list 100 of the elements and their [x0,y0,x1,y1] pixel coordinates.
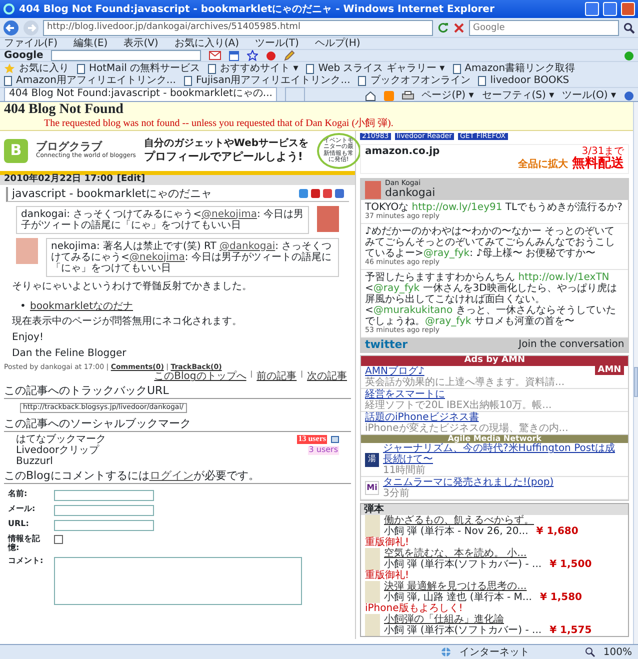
ad-network-logo: AMN [594,366,624,376]
favorite-link[interactable]: Web スライス ギャラリー ▾ [318,63,445,74]
restore-button[interactable] [603,2,617,16]
menu-item[interactable]: 編集(E) [74,38,108,49]
blog-title[interactable]: 404 Blog Not Found [4,103,630,118]
input-field[interactable] [54,490,154,502]
zoom-level[interactable]: 100% [603,646,632,658]
book-price: ¥ 1,575 [550,625,592,636]
close-button[interactable] [621,2,635,16]
printer-icon[interactable] [402,91,414,101]
share-icon[interactable] [323,188,333,199]
book-author: 小飼 弾 (単行本(ソフトカバー) - ... [384,559,542,570]
favorite-link[interactable]: おすすめサイト ▾ [220,63,298,74]
favorite-link[interactable]: ブックオフオンライン [370,75,470,86]
favorite-link[interactable]: Amazon用アフィリエイトリンク... [16,75,176,86]
ad-title[interactable]: 話題のiPhoneビジネス書 [365,412,568,422]
login-link[interactable]: ログイン [149,469,194,482]
back-button-icon[interactable] [3,20,19,36]
circle-icon[interactable] [266,50,276,60]
section-heading: この記事へのトラックバックURL [4,385,351,400]
blog-subtitle: The requested blog was not found -- unless you requested that of Dan Kogai (小飼 弾). [43,118,394,129]
pencil-icon[interactable] [284,50,296,61]
mail-icon[interactable] [209,51,222,60]
page-icon [208,64,216,74]
google-search-field[interactable] [51,50,202,61]
input-field[interactable] [54,505,154,516]
field-label: コメント: [8,556,44,566]
favorites-button[interactable]: お気に入り [19,63,69,74]
tweet-link[interactable]: @ray_fyk [423,248,470,260]
stop-icon[interactable] [453,22,465,34]
post-date: 2010年02月22日 17:00 [4,174,113,185]
site-logo: 湯 [365,452,379,467]
checkbox[interactable] [54,535,63,544]
share-icon[interactable] [311,188,321,199]
book-title[interactable]: 働かざるもの、飢えるべからず。 [384,515,578,526]
magnifier-icon[interactable] [585,647,596,657]
tweet-link[interactable]: @ray_fyk [425,316,472,327]
menu-item[interactable]: ツール(T) [255,38,299,49]
status-zone: インターネット [459,646,530,658]
command-button[interactable]: ページ(P) ▾ [422,90,474,101]
ad-title[interactable]: ジャーナリズム、今の時代?米Huffington Postは成長続けて〜 [383,443,624,466]
book-title[interactable]: 小飼弾の「仕組み」進化論 [384,614,592,626]
share-icon[interactable] [335,188,345,199]
calendar-icon[interactable] [229,50,240,60]
search-field[interactable]: Google [469,20,619,36]
book-note: 重版御礼! [365,537,410,548]
ad-title[interactable]: AMNブログ♪ [365,366,565,376]
ad-title[interactable]: 経営をスマートに [365,388,552,400]
comment-textarea[interactable] [54,556,302,605]
tweet-link[interactable]: @ray_fyk [373,282,420,294]
vertical-scrollbar[interactable] [633,102,638,644]
bookmark-count[interactable]: 3 users [308,446,339,456]
favorite-link[interactable]: Amazon書籍リンク取得 [464,63,576,74]
help-icon[interactable] [624,91,634,101]
menu-item[interactable]: ファイル(F) [4,38,58,49]
menu-item[interactable]: ヘルプ(H) [314,38,360,49]
search-icon[interactable] [623,22,635,34]
ad-title[interactable]: タニムラーマに発売されました!(pop) [383,477,554,488]
nav-link[interactable]: このBlogのトップへ [154,371,246,382]
browser-tab[interactable]: 404 Blog Not Found:javascript - bookmarkletにゃの... [4,87,278,101]
article-link[interactable]: bookmarkletなのだナ [30,300,133,312]
book-price: ¥ 1,580 [540,592,582,604]
site-logo: Mi [365,481,379,496]
favorite-link[interactable]: HotMail の無料サービス [89,63,200,74]
book-author: 小飼 弾 (単行本(ソフトカバー) - ... [384,625,542,636]
amazon-banner[interactable]: amazon.co.jp 3/31まで 全品に拡大 無料配送 [360,144,630,174]
favorite-link[interactable]: livedoor BOOKS [490,75,570,86]
mention-link[interactable]: @nekojima [129,252,185,263]
command-button[interactable]: ツール(O) ▾ [562,90,616,101]
menu-item[interactable]: 表示(V) [124,38,158,49]
mention-link[interactable]: @dankogai [220,240,276,252]
book-cover-placeholder [365,614,380,636]
favorite-link[interactable]: Fujisan用アフィリエイトリンク... [196,75,350,86]
nav-link[interactable]: 次の記事 [307,371,347,382]
nav-link[interactable]: 前の記事 [256,371,297,382]
tweet-link[interactable]: http://ow.ly/1exTN [518,272,610,283]
refresh-icon[interactable] [437,22,449,34]
banner-text: 全品に拡大 [518,159,568,170]
scroll-thumb[interactable] [634,367,638,397]
edit-link[interactable]: [Edit] [116,174,146,185]
star-icon[interactable] [247,50,258,61]
menu-item[interactable]: お気に入り(A) [174,38,239,49]
section-heading: このBlogにコメントするには ログインが必要です。 [4,470,351,484]
book-title[interactable]: 決弾 最適解を見つける思考の... [384,581,582,592]
minimize-button[interactable] [585,2,599,16]
mention-link[interactable]: @nekojima [202,208,258,220]
ad-panel-heading: Ads by AMN [361,356,628,366]
tweet-link[interactable]: http://ow.ly/1ey91 [412,202,502,214]
banner-headline: 自分のガジェットやWebサービスを [144,138,309,150]
ad-text: 英会話が効果的に上達へ導きます。資料請... [365,376,565,388]
share-icon[interactable] [299,188,309,199]
comment-icon[interactable] [331,436,339,444]
command-button[interactable]: セーフティ(S) ▾ [482,90,554,101]
address-field[interactable]: http://blog.livedoor.jp/dankogai/archives/51405985.html [43,20,433,36]
tweet-link[interactable]: @murakukitano [373,304,453,316]
join-link[interactable]: Join the conversation [518,339,624,350]
twitter-handle[interactable]: dankogai [385,187,436,200]
book-title[interactable]: 空気を読むな、本を読め。 小... [384,548,592,560]
input-field[interactable] [54,520,154,532]
status-dot-icon[interactable] [624,50,634,60]
